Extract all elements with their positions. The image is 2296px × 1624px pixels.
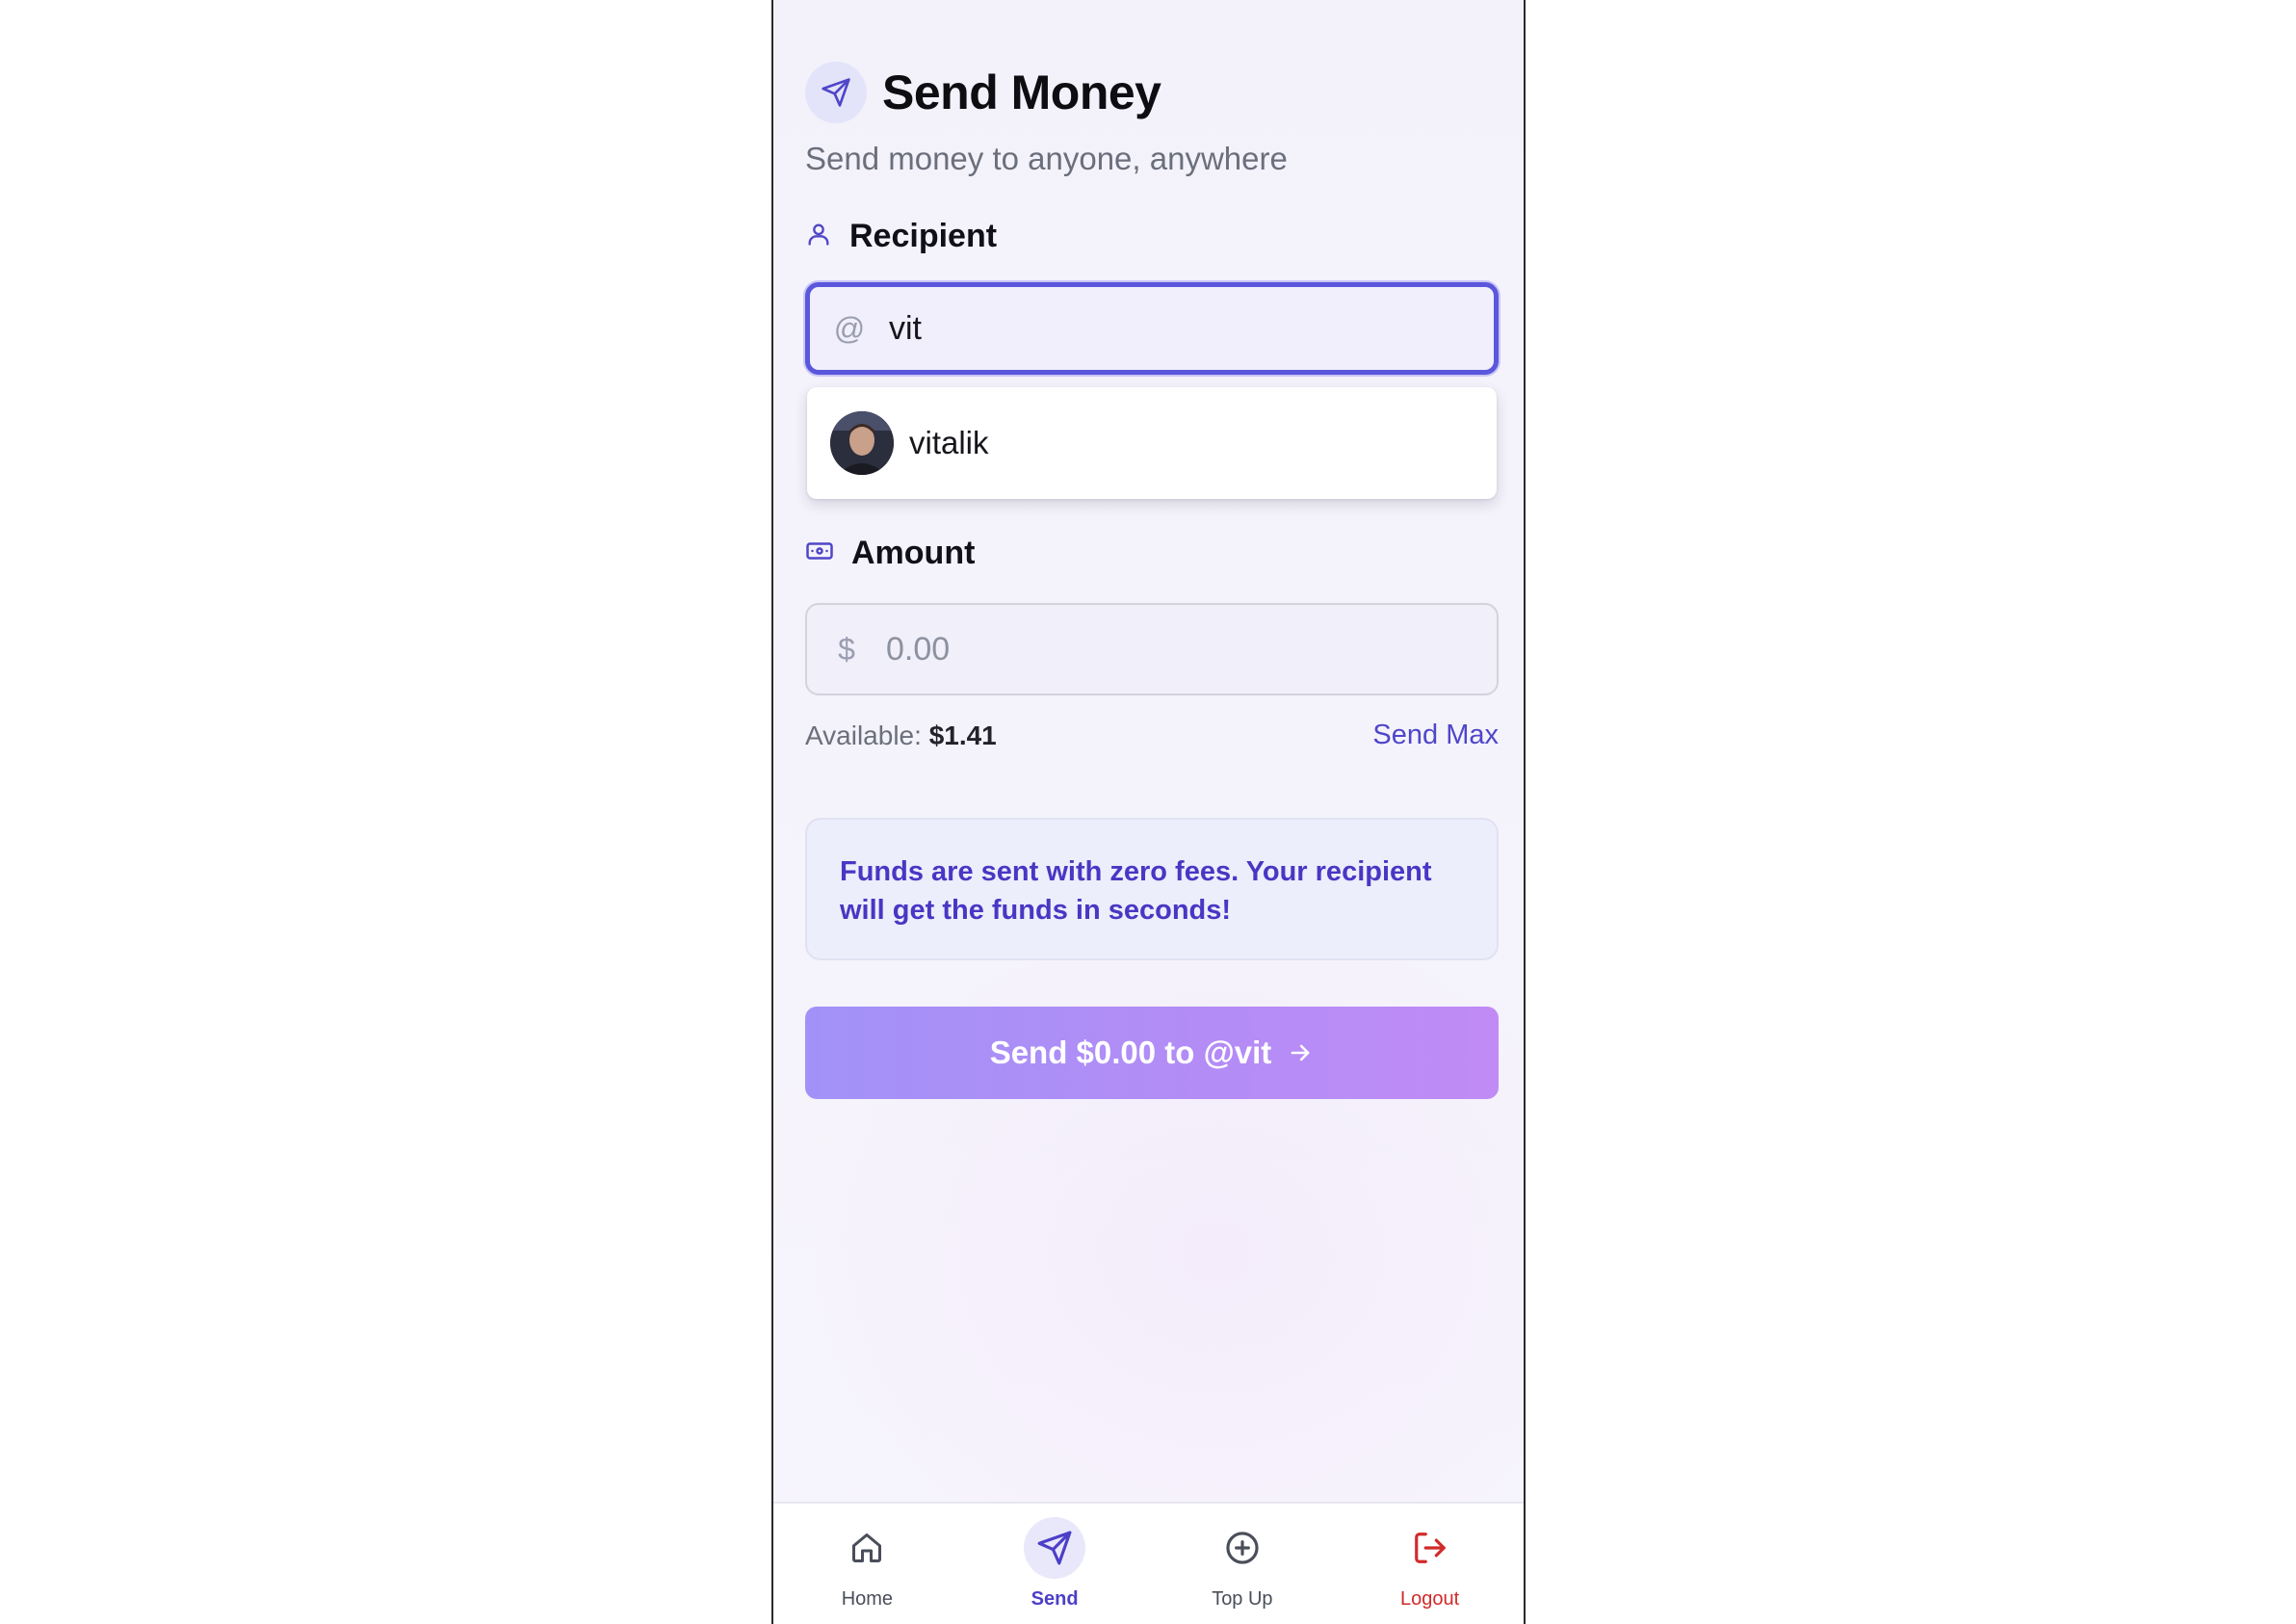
available-balance: Available: $1.41: [805, 720, 997, 751]
recipient-field[interactable]: @: [805, 282, 1499, 375]
nav-label-logout: Logout: [1400, 1588, 1460, 1610]
nav-label-top-up: Top Up: [1212, 1588, 1273, 1610]
page-title: Send Money: [882, 65, 1161, 119]
at-prefix: @: [833, 310, 866, 346]
recipient-input[interactable]: [889, 287, 1494, 370]
nav-item-home[interactable]: Home: [773, 1504, 961, 1624]
nav-item-send[interactable]: Send: [961, 1504, 1149, 1624]
send-button-label: Send $0.00 to @vit: [989, 1035, 1272, 1070]
available-label: Available:: [805, 720, 922, 750]
available-value: $1.41: [928, 720, 997, 750]
title-row: Send Money: [805, 60, 1499, 125]
amount-label-row: Amount: [805, 535, 975, 572]
available-row: Available: $1.41 Send Max: [805, 720, 1499, 751]
fee-notice: Funds are sent with zero fees. Your reci…: [805, 818, 1499, 960]
amount-input[interactable]: [886, 605, 1497, 694]
recipient-suggestions: vitalik: [807, 387, 1497, 499]
logout-icon: [1399, 1517, 1461, 1579]
send-max-button[interactable]: Send Max: [1372, 720, 1499, 751]
cash-icon: [805, 537, 834, 570]
arrow-right-icon: [1287, 1039, 1314, 1066]
fee-notice-text: Funds are sent with zero fees. Your reci…: [840, 856, 1432, 926]
recipient-label: Recipient: [849, 218, 998, 254]
nav-label-home: Home: [841, 1588, 894, 1610]
amount-field[interactable]: $: [805, 603, 1499, 695]
bottom-nav: Home Send Top Up Logout: [773, 1502, 1524, 1624]
phone-screen: Send Money Send money to anyone, anywher…: [771, 0, 1526, 1624]
amount-label: Amount: [851, 535, 976, 571]
send-icon: [1024, 1517, 1086, 1579]
user-icon: [805, 221, 832, 252]
send-icon: [805, 62, 867, 123]
nav-item-logout[interactable]: Logout: [1336, 1504, 1524, 1624]
avatar: [830, 411, 894, 475]
nav-item-top-up[interactable]: Top Up: [1149, 1504, 1337, 1624]
dollar-prefix: $: [838, 631, 855, 667]
page-header: Send Money Send money to anyone, anywher…: [805, 60, 1499, 177]
suggestion-item[interactable]: vitalik: [909, 425, 989, 461]
nav-label-send: Send: [1031, 1588, 1079, 1610]
send-button[interactable]: Send $0.00 to @vit: [805, 1007, 1499, 1099]
home-icon: [836, 1517, 898, 1579]
plus-circle-icon: [1212, 1517, 1273, 1579]
page-subtitle: Send money to anyone, anywhere: [805, 141, 1288, 176]
recipient-label-row: Recipient: [805, 218, 997, 255]
